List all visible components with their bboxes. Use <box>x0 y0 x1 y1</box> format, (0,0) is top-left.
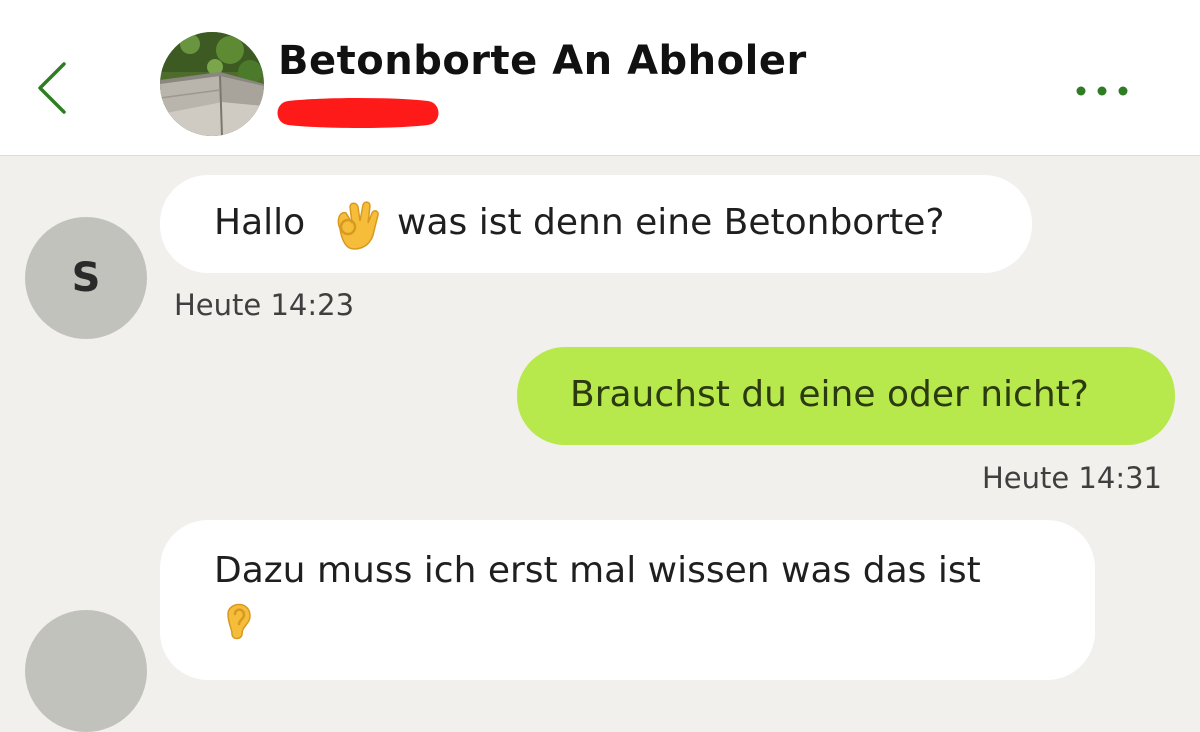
back-button[interactable] <box>30 58 78 118</box>
message-text: Dazu muss ich erst mal wissen was das is… <box>214 550 981 591</box>
message-text-part: Hallo <box>214 202 306 243</box>
redaction-mark <box>277 98 439 128</box>
avatar-initial: S <box>71 255 101 301</box>
more-options-button[interactable] <box>1070 76 1134 106</box>
chevron-left-icon <box>38 62 66 114</box>
contact-avatar[interactable] <box>25 610 147 732</box>
chat-header: Betonborte An Abholer <box>0 0 1200 156</box>
ear-emoji <box>227 603 251 640</box>
contact-profile-photo[interactable] <box>160 32 264 136</box>
message-timestamp: Heute 14:31 <box>981 461 1162 495</box>
contact-avatar[interactable]: S <box>25 217 147 339</box>
message-bubble-outgoing[interactable]: Brauchst du eine oder nicht? <box>517 347 1175 445</box>
ok-hand-emoji <box>337 201 379 250</box>
concrete-border-photo <box>160 32 264 136</box>
message-timestamp: Heute 14:23 <box>174 288 355 322</box>
message-bubble-incoming[interactable]: Dazu muss ich erst mal wissen was das is… <box>160 520 1095 680</box>
chat-title: Betonborte An Abholer <box>278 38 807 84</box>
message-text-part: was ist denn eine Betonborte? <box>397 202 945 243</box>
more-horizontal-icon <box>1076 86 1128 96</box>
message-text: Brauchst du eine oder nicht? <box>570 374 1089 415</box>
message-bubble-incoming[interactable]: Hallo was ist denn eine Betonborte? <box>160 175 1032 273</box>
